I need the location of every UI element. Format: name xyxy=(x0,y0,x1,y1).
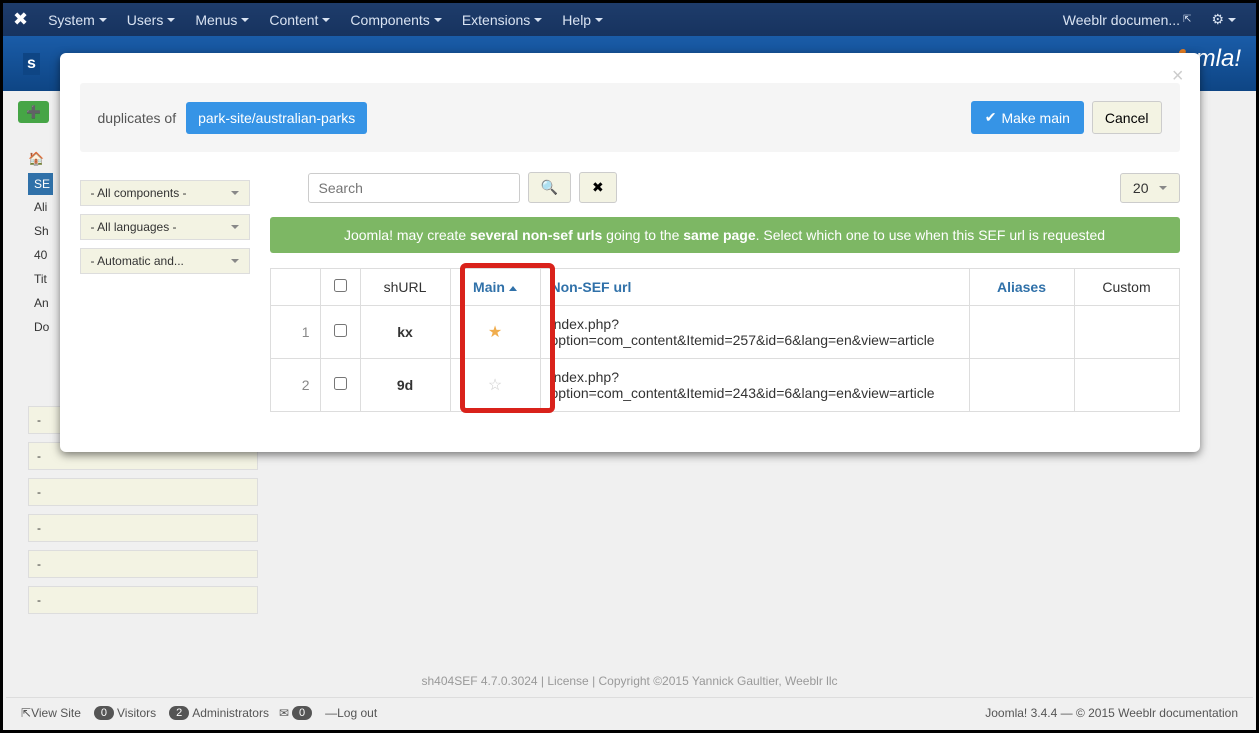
table-row: 2 9d ☆ index.php?option=com_content&Item… xyxy=(270,359,1179,412)
row-shurl: kx xyxy=(360,306,450,359)
row-url: index.php?option=com_content&Itemid=257&… xyxy=(540,306,969,359)
filter-components[interactable]: - All components - xyxy=(80,180,250,206)
duplicates-modal: × duplicates of park-site/australian-par… xyxy=(60,53,1200,452)
row-shurl: 9d xyxy=(360,359,450,412)
star-filled-icon[interactable]: ★ xyxy=(488,324,502,341)
col-num xyxy=(270,269,320,306)
filter-languages[interactable]: - All languages - xyxy=(80,214,250,240)
sort-asc-icon xyxy=(509,286,517,291)
modal-header: duplicates of park-site/australian-parks… xyxy=(80,83,1180,152)
col-custom[interactable]: Custom xyxy=(1074,269,1179,306)
star-empty-icon[interactable]: ☆ xyxy=(488,377,502,394)
make-main-button[interactable]: ✔ Make main xyxy=(971,101,1084,134)
row-checkbox[interactable] xyxy=(334,324,347,337)
filter-automatic[interactable]: - Automatic and... xyxy=(80,248,250,274)
col-main[interactable]: Main xyxy=(450,269,540,306)
duplicates-label: duplicates of xyxy=(98,110,177,126)
col-checkbox xyxy=(320,269,360,306)
select-all-checkbox[interactable] xyxy=(334,279,347,292)
row-checkbox[interactable] xyxy=(334,377,347,390)
col-nonsef[interactable]: Non-SEF url xyxy=(540,269,969,306)
col-aliases[interactable]: Aliases xyxy=(969,269,1074,306)
row-custom xyxy=(1074,359,1179,412)
row-url: index.php?option=com_content&Itemid=243&… xyxy=(540,359,969,412)
row-custom xyxy=(1074,306,1179,359)
search-button[interactable]: 🔍 xyxy=(528,172,571,203)
row-num: 1 xyxy=(270,306,320,359)
clear-search-button[interactable]: ✖ xyxy=(579,172,617,203)
modal-overlay: × duplicates of park-site/australian-par… xyxy=(3,3,1256,730)
duplicates-table: shURL Main Non-SEF url Aliases Custom 1 … xyxy=(270,268,1180,412)
modal-sidebar: - All components - - All languages - - A… xyxy=(80,172,250,412)
close-icon[interactable]: × xyxy=(1172,65,1184,88)
search-icon: 🔍 xyxy=(541,179,558,195)
search-input[interactable] xyxy=(308,173,520,203)
cancel-button[interactable]: Cancel xyxy=(1092,101,1162,134)
close-icon: ✖ xyxy=(592,179,604,195)
limit-select[interactable]: 20 xyxy=(1120,173,1180,203)
row-aliases xyxy=(969,359,1074,412)
row-num: 2 xyxy=(270,359,320,412)
table-row: 1 kx ★ index.php?option=com_content&Item… xyxy=(270,306,1179,359)
modal-main: 🔍 ✖ 20 Joomla! may create several non-se… xyxy=(270,172,1180,412)
col-shurl[interactable]: shURL xyxy=(360,269,450,306)
url-badge: park-site/australian-parks xyxy=(186,102,367,134)
info-banner: Joomla! may create several non-sef urls … xyxy=(270,217,1180,253)
row-aliases xyxy=(969,306,1074,359)
check-icon: ✔ xyxy=(985,109,997,126)
